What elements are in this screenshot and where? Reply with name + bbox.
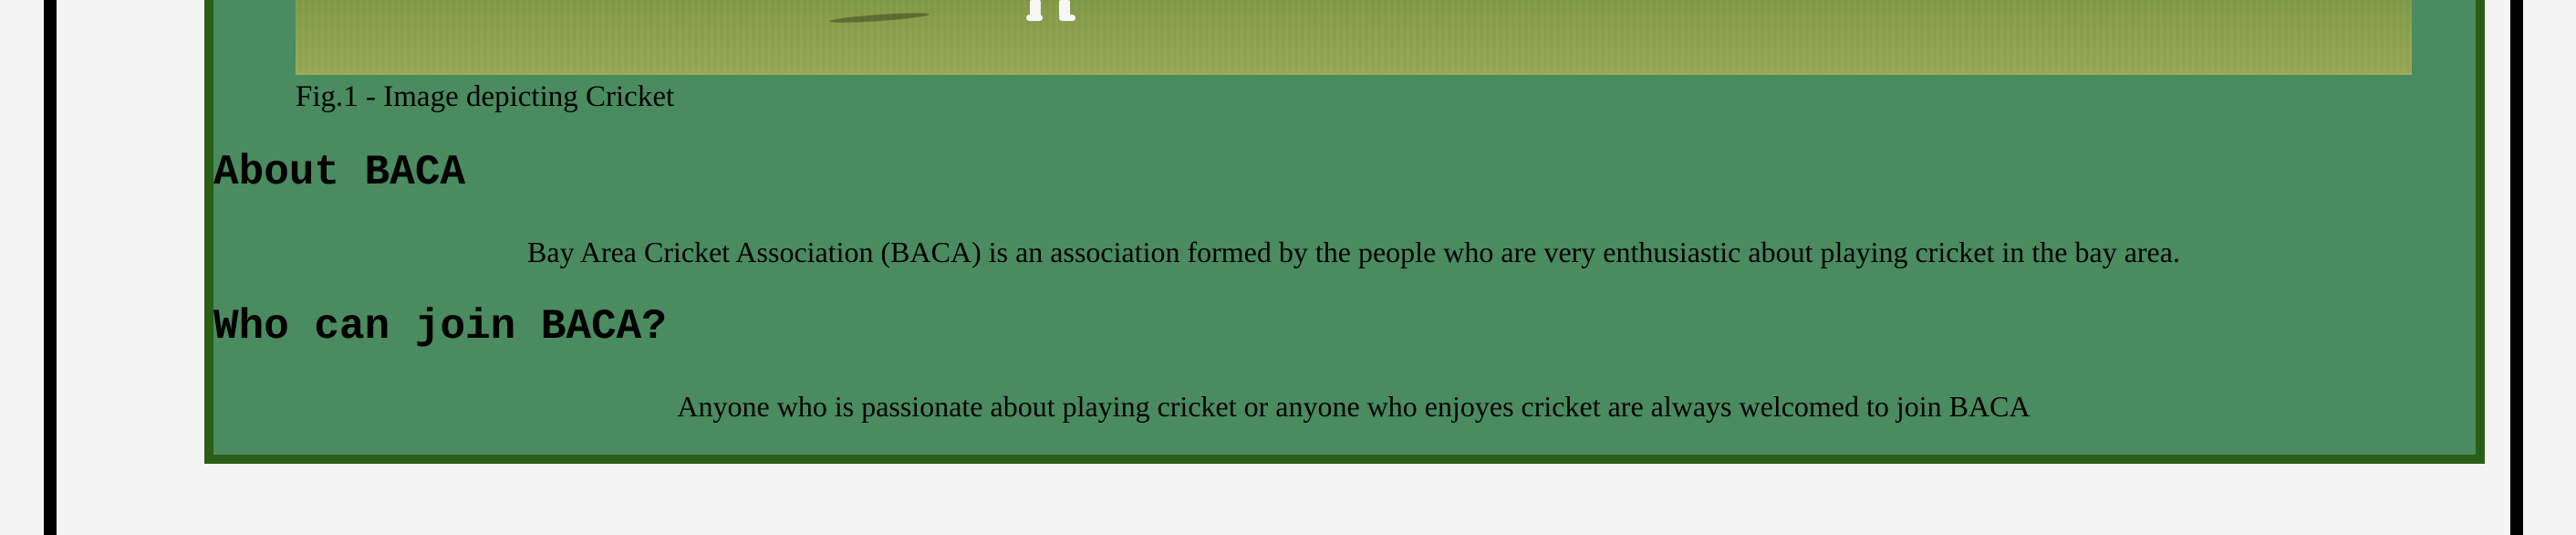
page-frame: Fig.1 - Image depicting Cricket About BA… xyxy=(44,0,2523,535)
player-shoe-right xyxy=(1059,15,1075,21)
cricket-image xyxy=(296,0,2412,75)
player-shadow xyxy=(828,11,930,25)
figure-caption: Fig.1 - Image depicting Cricket xyxy=(296,80,675,113)
join-paragraph: Anyone who is passionate about playing c… xyxy=(677,390,2031,423)
content-panel: Fig.1 - Image depicting Cricket About BA… xyxy=(204,0,2485,464)
about-paragraph: Bay Area Cricket Association (BACA) is a… xyxy=(527,236,2180,268)
join-heading: Who can join BACA? xyxy=(213,303,667,351)
cricket-player-figure xyxy=(793,0,1075,27)
player-shoe-left xyxy=(1026,15,1043,21)
about-heading: About BACA xyxy=(213,149,466,196)
